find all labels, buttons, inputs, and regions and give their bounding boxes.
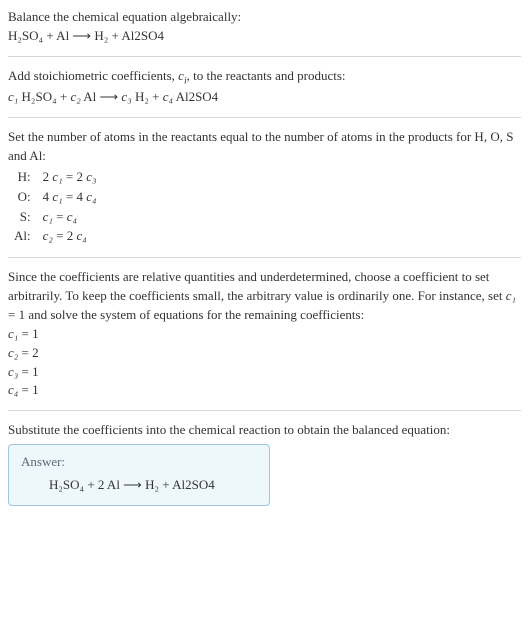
element-equation: c₁ = c₄: [37, 208, 103, 228]
unbalanced-equation: H₂SO₄ + Al ⟶ H₂ + Al2SO4: [8, 27, 521, 46]
problem-statement: Balance the chemical equation algebraica…: [8, 8, 521, 27]
section-substitute: Substitute the coefficients into the che…: [8, 421, 521, 440]
section-problem: Balance the chemical equation algebraica…: [8, 8, 521, 46]
divider: [8, 410, 521, 411]
element-label: H:: [8, 168, 37, 188]
substitute-text: Substitute the coefficients into the che…: [8, 421, 521, 440]
element-label: S:: [8, 208, 37, 228]
balance-row: Al:c₂ = 2 c₄: [8, 227, 103, 247]
coeff-intro: Add stoichiometric coefficients, ci, to …: [8, 67, 521, 89]
balance-intro: Set the number of atoms in the reactants…: [8, 128, 521, 166]
balance-row: O:4 c₁ = 4 c₄: [8, 188, 103, 208]
section-atom-balance: Set the number of atoms in the reactants…: [8, 128, 521, 247]
coefficient-line: c₁ = 1: [8, 325, 521, 344]
answer-header: Answer:: [21, 453, 257, 472]
element-label: O:: [8, 188, 37, 208]
balanced-equation: H₂SO₄ + 2 Al ⟶ H₂ + Al2SO4: [21, 476, 257, 495]
element-equation: 4 c₁ = 4 c₄: [37, 188, 103, 208]
coefficient-values: c₁ = 1c₂ = 2c₃ = 1c₄ = 1: [8, 325, 521, 400]
balance-table: H:2 c₁ = 2 c₃O:4 c₁ = 4 c₄S:c₁ = c₄Al:c₂…: [8, 168, 103, 247]
section-coefficients: Add stoichiometric coefficients, ci, to …: [8, 67, 521, 108]
coefficient-line: c₄ = 1: [8, 381, 521, 400]
answer-box: Answer: H₂SO₄ + 2 Al ⟶ H₂ + Al2SO4: [8, 444, 270, 506]
element-equation: 2 c₁ = 2 c₃: [37, 168, 103, 188]
divider: [8, 257, 521, 258]
section-solve: Since the coefficients are relative quan…: [8, 268, 521, 400]
coefficient-line: c₃ = 1: [8, 363, 521, 382]
element-label: Al:: [8, 227, 37, 247]
divider: [8, 117, 521, 118]
coeff-equation: c₁ H₂SO₄ + c₂ Al ⟶ c₃ H₂ + c₄ Al2SO4: [8, 88, 521, 107]
balance-row: S:c₁ = c₄: [8, 208, 103, 228]
divider: [8, 56, 521, 57]
element-equation: c₂ = 2 c₄: [37, 227, 103, 247]
coefficient-line: c₂ = 2: [8, 344, 521, 363]
balance-row: H:2 c₁ = 2 c₃: [8, 168, 103, 188]
solve-text: Since the coefficients are relative quan…: [8, 268, 521, 325]
